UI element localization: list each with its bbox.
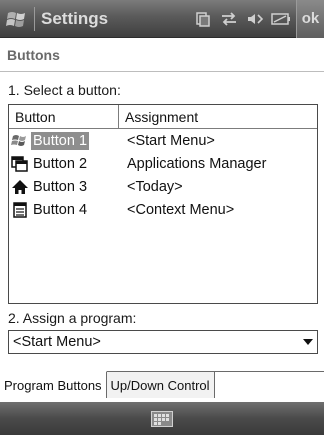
list-item[interactable]: Button 4 <Context Menu>: [9, 198, 317, 221]
select-button-label: 1. Select a button:: [8, 82, 121, 98]
bottom-bar: [0, 402, 324, 435]
program-dropdown[interactable]: <Start Menu>: [8, 330, 318, 354]
list-item[interactable]: Button 2 Applications Manager: [9, 152, 317, 175]
button-name: Button 4: [33, 201, 88, 218]
title-bar: Settings ok: [0, 0, 324, 38]
keyboard-icon[interactable]: [151, 410, 173, 427]
column-header-assignment[interactable]: Assignment: [119, 105, 317, 128]
tab-strip: Program Buttons Up/Down Control: [0, 371, 324, 398]
list-header: Button Assignment: [9, 105, 317, 129]
app-title: Settings: [41, 8, 109, 28]
home-icon: [11, 178, 29, 196]
button-name: Button 1: [31, 131, 90, 150]
button-list[interactable]: Button Assignment Button 1 <Start Menu>: [8, 104, 318, 304]
windows-stack-icon: [11, 155, 29, 173]
tab-program-buttons[interactable]: Program Buttons: [0, 371, 107, 398]
connectivity-icon[interactable]: [192, 0, 214, 38]
button-name: Button 3: [33, 178, 88, 195]
page-title: Buttons: [0, 38, 324, 72]
ok-button[interactable]: ok: [296, 0, 324, 38]
list-item[interactable]: Button 3 <Today>: [9, 175, 317, 198]
data-sync-icon[interactable]: [218, 0, 240, 38]
button-name: Button 2: [33, 155, 88, 172]
menu-list-icon: [11, 201, 29, 219]
button-assignment: <Today>: [127, 178, 183, 195]
chevron-down-icon[interactable]: [299, 339, 317, 345]
battery-icon[interactable]: [270, 0, 292, 38]
assign-program-label: 2. Assign a program:: [8, 310, 137, 326]
windows-flag-icon: [11, 132, 29, 150]
button-assignment: Applications Manager: [127, 155, 267, 172]
list-item[interactable]: Button 1 <Start Menu>: [9, 129, 317, 152]
dropdown-value: <Start Menu>: [13, 334, 101, 350]
button-assignment: <Start Menu>: [127, 132, 215, 149]
title-separator: [34, 6, 35, 31]
tab-strip-fill: [215, 372, 324, 398]
button-assignment: <Context Menu>: [127, 201, 235, 218]
column-header-button[interactable]: Button: [9, 105, 119, 128]
windows-flag-icon[interactable]: [0, 0, 34, 38]
speaker-icon[interactable]: [244, 0, 266, 38]
tab-up-down-control[interactable]: Up/Down Control: [106, 372, 215, 398]
